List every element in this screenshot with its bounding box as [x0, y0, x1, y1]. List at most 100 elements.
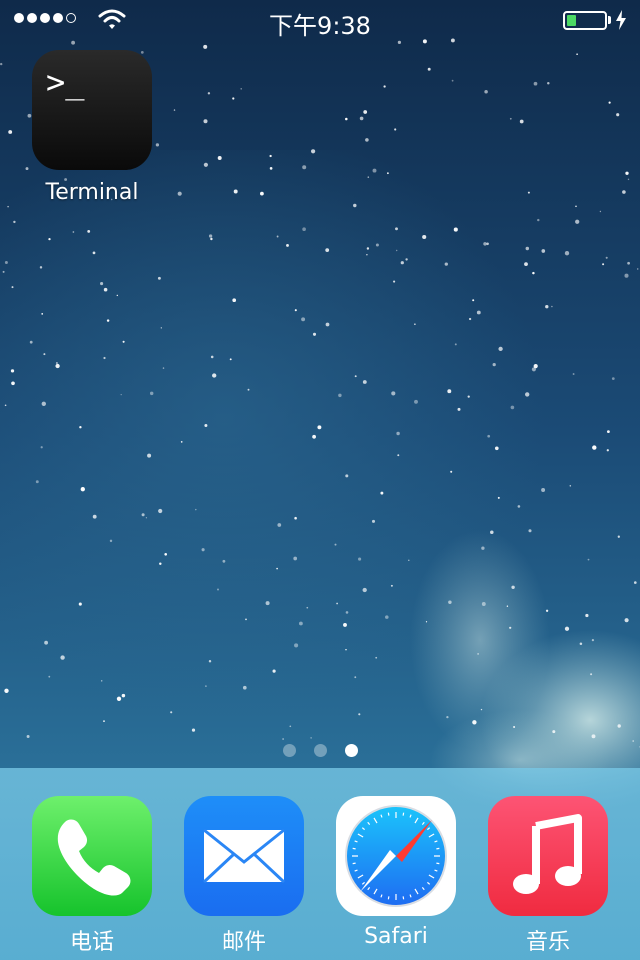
dock-app-music[interactable]: 音乐: [473, 796, 623, 956]
star: [414, 323, 416, 326]
dock-label-mail: 邮件: [221, 930, 266, 955]
star: [100, 680, 103, 682]
star: [212, 373, 217, 378]
star: [527, 191, 530, 194]
star: [525, 392, 530, 397]
status-time: 下午9:38: [269, 12, 371, 40]
page-indicator[interactable]: [0, 744, 640, 757]
star: [611, 377, 615, 380]
star: [484, 90, 488, 94]
star: [532, 271, 535, 275]
star: [0, 62, 3, 66]
star: [203, 162, 208, 167]
star: [7, 205, 9, 208]
star: [506, 605, 509, 607]
star: [425, 621, 428, 623]
star: [240, 88, 242, 90]
star: [242, 685, 247, 690]
star: [625, 171, 629, 175]
battery-icon: [563, 11, 607, 30]
star: [11, 286, 14, 289]
star: [170, 711, 173, 714]
battery-level-fill: [567, 15, 576, 26]
star: [216, 588, 220, 591]
dock: 电话 邮件 Safari 音乐: [0, 768, 640, 960]
star: [79, 426, 82, 429]
star: [472, 299, 475, 302]
star: [345, 611, 349, 614]
star: [633, 581, 637, 584]
star: [492, 362, 496, 367]
star: [317, 425, 322, 430]
star: [41, 313, 44, 315]
star: [294, 643, 299, 648]
star: [233, 189, 238, 194]
star: [4, 688, 9, 693]
page-dot[interactable]: [313, 744, 327, 757]
star: [157, 276, 161, 280]
star: [448, 600, 452, 604]
app-terminal[interactable]: >_ Terminal: [17, 50, 167, 205]
star: [116, 696, 122, 701]
star: [576, 53, 578, 56]
star: [40, 446, 43, 449]
star: [528, 529, 532, 533]
star: [195, 508, 197, 511]
terminal-icon: >_: [32, 50, 152, 170]
page-dot[interactable]: [282, 744, 296, 757]
star: [2, 270, 5, 273]
terminal-prompt: >_: [46, 63, 85, 101]
star: [468, 317, 472, 321]
star: [48, 675, 51, 678]
star: [301, 317, 306, 322]
star: [524, 262, 528, 266]
star: [564, 251, 570, 256]
phone-icon: [32, 796, 152, 916]
star: [575, 205, 577, 208]
star: [103, 356, 106, 360]
star: [269, 167, 273, 170]
star: [80, 487, 85, 492]
star: [451, 79, 454, 82]
star: [358, 713, 361, 716]
star: [359, 116, 364, 121]
star: [272, 669, 276, 673]
star: [447, 389, 452, 394]
star: [480, 708, 483, 711]
star: [294, 309, 297, 312]
star: [160, 327, 162, 329]
battery-nub: [608, 16, 611, 24]
dock-app-phone[interactable]: 电话: [17, 796, 167, 956]
star: [509, 117, 512, 120]
star: [325, 248, 330, 252]
star: [78, 602, 82, 606]
star: [289, 725, 292, 728]
star: [380, 491, 384, 495]
dock-app-safari[interactable]: Safari: [321, 796, 471, 949]
star: [446, 715, 449, 719]
star: [203, 44, 208, 49]
star: [362, 380, 367, 384]
star: [599, 210, 602, 213]
star: [585, 613, 589, 618]
star: [362, 587, 367, 593]
star: [533, 81, 538, 86]
star: [444, 262, 448, 266]
star: [203, 119, 208, 124]
star: [575, 219, 580, 224]
star: [354, 676, 357, 679]
star: [537, 218, 540, 222]
star: [545, 609, 549, 612]
star: [121, 693, 126, 698]
star: [427, 67, 431, 71]
page-dot[interactable]: [344, 744, 358, 757]
star: [498, 346, 503, 352]
star: [122, 340, 125, 343]
star: [467, 395, 470, 398]
star: [141, 513, 145, 517]
star: [306, 606, 309, 609]
star: [217, 156, 222, 160]
star: [205, 685, 207, 687]
star: [173, 109, 176, 111]
dock-app-mail[interactable]: 邮件: [169, 796, 319, 956]
